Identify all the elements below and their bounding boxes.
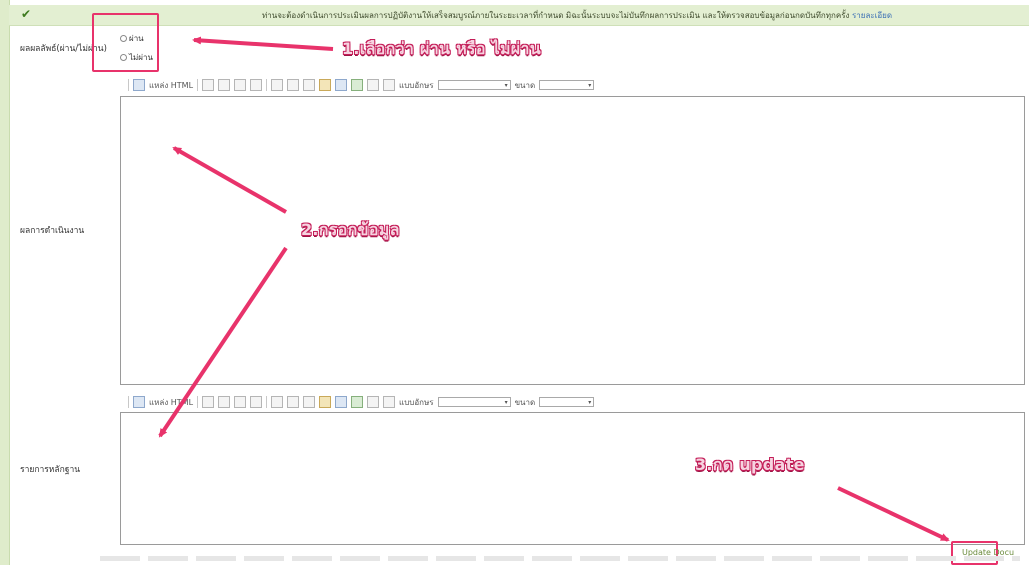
arrow-step1 <box>192 36 334 51</box>
annotation-arrows <box>158 36 950 542</box>
arrow-step3 <box>837 486 950 542</box>
annotation-step1: 1.เลือกว่า ผ่าน หรือ ไม่ผ่าน <box>342 39 541 58</box>
arrow-step2-up <box>172 146 287 214</box>
annotation-step2: 2.กรอกข้อมูล <box>301 220 400 239</box>
arrow-step2-down <box>158 246 288 438</box>
annotation-step3: 3.กด update <box>695 455 805 474</box>
